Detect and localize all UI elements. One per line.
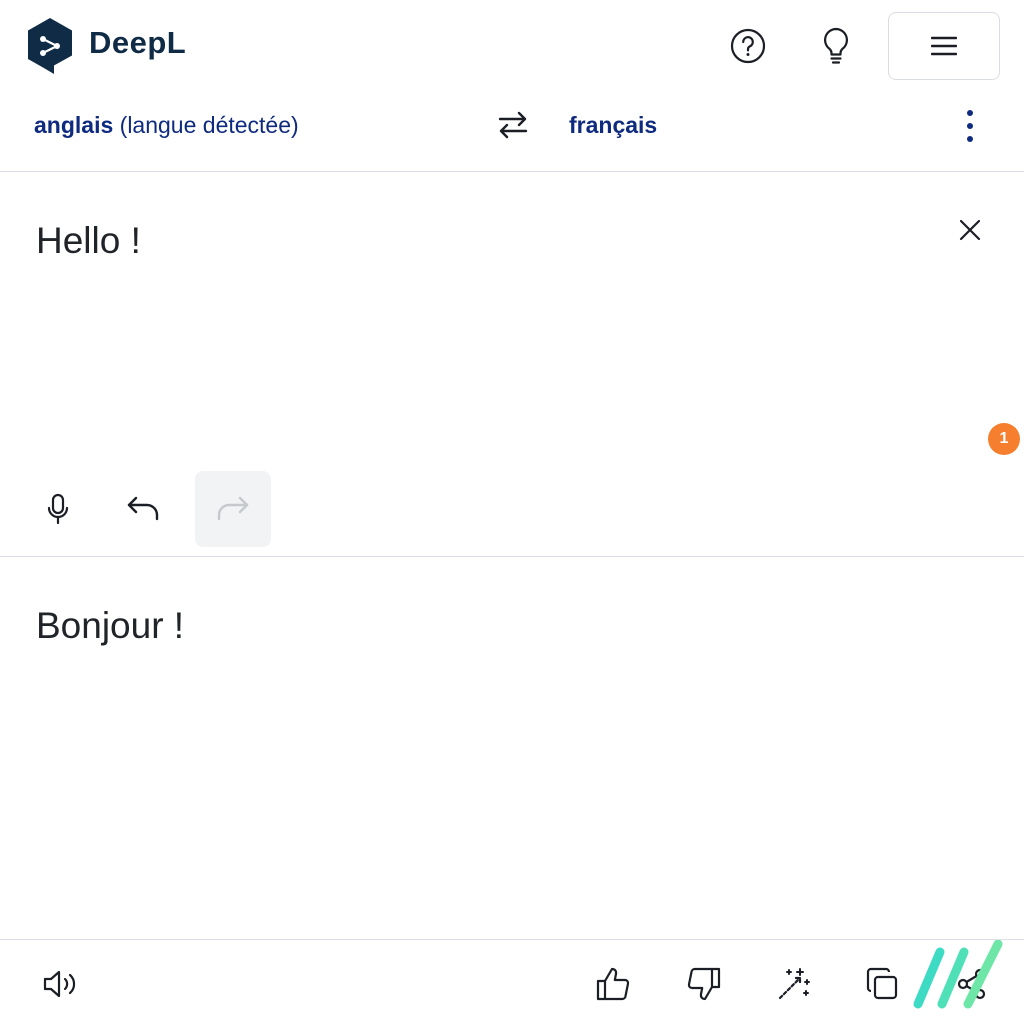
translation-toolbar [0,939,1024,1024]
microphone-button[interactable] [20,471,96,547]
hamburger-menu-icon [931,36,957,56]
close-icon [959,219,981,241]
target-language-selector[interactable]: français [569,112,657,139]
target-text-panel: Bonjour ! [0,557,1024,939]
redo-icon [217,496,249,521]
undo-icon [127,496,159,521]
copy-translation-button[interactable] [858,960,906,1008]
microphone-icon [47,493,69,525]
magic-wand-icon [778,968,810,1000]
listen-button[interactable] [36,960,84,1008]
improve-writing-button[interactable] [770,960,818,1008]
speaker-icon [43,970,76,998]
vertical-dots-icon [967,110,973,142]
lightbulb-icon [824,27,848,64]
thumbs-up-icon [596,967,630,1001]
source-text-input[interactable]: Hello ! [36,220,141,262]
deepl-logo-icon [28,18,72,74]
menu-button[interactable] [888,12,1000,80]
source-language-selector[interactable]: anglais (langue détectée) [34,112,299,139]
source-language-name: anglais [34,112,114,138]
help-button[interactable] [724,22,772,70]
undo-button[interactable] [105,471,181,547]
deepl-logo[interactable]: DeepL [26,17,186,75]
tips-button[interactable] [812,22,860,70]
thumbs-up-button[interactable] [589,960,637,1008]
language-bar: anglais (langue détectée) français [0,92,1024,172]
source-text-panel[interactable]: Hello ! 1 [0,172,1024,557]
redo-button[interactable] [195,471,271,547]
swap-languages-button[interactable] [490,102,536,148]
swap-arrows-icon [498,111,528,139]
help-icon [730,28,766,64]
clear-source-button[interactable] [948,208,992,252]
logo-text: DeepL [89,25,187,60]
thumbs-down-icon [687,967,721,1001]
translated-text[interactable]: Bonjour ! [36,605,184,647]
notification-badge[interactable]: 1 [988,423,1020,455]
app-header: DeepL [0,0,1024,92]
more-options-button[interactable] [950,104,990,148]
copy-icon [866,967,898,1000]
source-language-detected: (langue détectée) [119,112,299,138]
brand-watermark-icon [913,940,1003,1009]
thumbs-down-button[interactable] [680,960,728,1008]
